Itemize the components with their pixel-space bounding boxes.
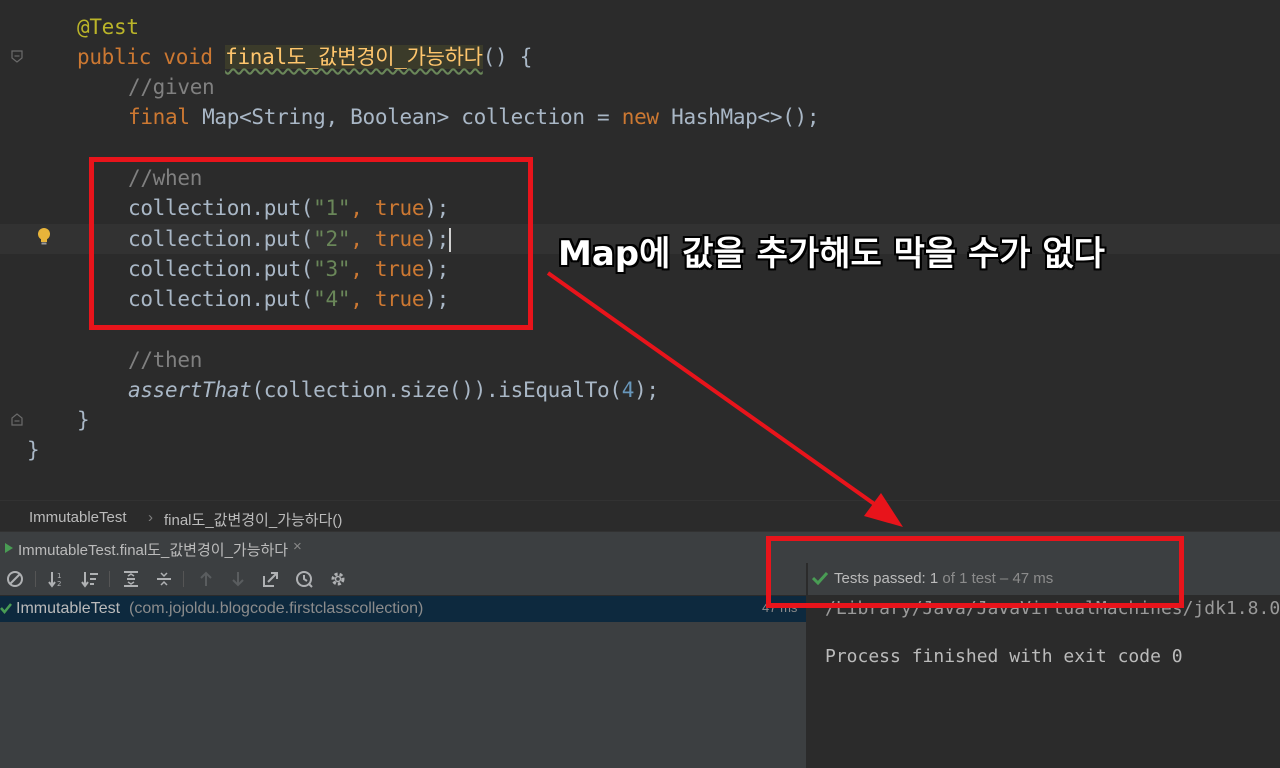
test-runner-toolbar: 12 xyxy=(0,563,808,596)
checkmark-icon xyxy=(0,603,12,614)
code-line: @Test xyxy=(77,12,139,42)
fold-icon[interactable] xyxy=(10,50,24,64)
code-token: ); xyxy=(634,378,659,402)
annotation-token: @Test xyxy=(77,15,139,39)
run-config-icon xyxy=(5,543,13,553)
code-line: } xyxy=(77,405,90,435)
comment-token: //then xyxy=(128,348,203,372)
keyword-token: new xyxy=(621,105,672,129)
code-token: } xyxy=(27,438,40,462)
method-name-token[interactable]: final도_값변경이_가능하다 xyxy=(225,45,483,69)
code-token: HashMap<>(); xyxy=(671,105,820,129)
code-token: (collection.size()).isEqualTo( xyxy=(251,378,622,402)
settings-gear-icon[interactable] xyxy=(328,569,348,589)
keyword-token: final xyxy=(128,105,203,129)
toolbar-divider xyxy=(183,571,184,587)
export-icon[interactable] xyxy=(261,569,281,589)
breadcrumb-separator: › xyxy=(148,509,153,526)
highlight-box-put-calls xyxy=(89,157,533,330)
toolbar-divider xyxy=(35,571,36,587)
toolbar-divider xyxy=(109,571,110,587)
code-line: //given xyxy=(128,72,215,102)
arrow-down-icon[interactable] xyxy=(228,569,248,589)
callout-text: Map에 값을 추가해도 막을 수가 없다 xyxy=(558,234,1105,274)
code-token: () { xyxy=(482,45,533,69)
arrow-up-icon[interactable] xyxy=(196,569,216,589)
lightbulb-icon[interactable] xyxy=(36,227,52,247)
fold-end-icon[interactable] xyxy=(10,412,24,426)
svg-text:2: 2 xyxy=(57,580,61,588)
test-results-tree: ImmutableTest (com.jojoldu.blogcode.firs… xyxy=(0,596,806,768)
code-line: public void final도_값변경이_가능하다() { xyxy=(77,42,532,72)
static-call-token: assertThat xyxy=(128,378,252,402)
run-tab[interactable]: ImmutableTest.final도_값변경이_가능하다 × xyxy=(0,532,316,564)
run-tab-label: ImmutableTest.final도_값변경이_가능하다 xyxy=(18,542,289,559)
sort-duration-icon[interactable] xyxy=(80,569,100,589)
code-line: final Map<String, Boolean> collection = … xyxy=(128,102,820,132)
breadcrumb-method[interactable]: final도_값변경이_가능하다() xyxy=(164,509,342,530)
sort-alpha-icon[interactable]: 12 xyxy=(47,569,67,589)
highlight-box-test-status xyxy=(766,536,1184,608)
code-token: } xyxy=(77,408,90,432)
collapse-all-icon[interactable] xyxy=(154,569,174,589)
history-clock-icon[interactable] xyxy=(294,569,314,589)
close-icon[interactable]: × xyxy=(293,538,302,555)
tree-item-name: ImmutableTest xyxy=(16,600,121,617)
comment-token: //given xyxy=(128,75,215,99)
code-line: //then xyxy=(128,345,202,375)
number-token: 4 xyxy=(621,378,635,402)
code-token: Map<String, Boolean> collection = xyxy=(202,105,622,129)
code-line: } xyxy=(27,435,40,465)
breadcrumb: ImmutableTest › final도_값변경이_가능하다() xyxy=(0,500,1280,532)
tree-row-selected[interactable]: ImmutableTest (com.jojoldu.blogcode.firs… xyxy=(0,596,806,622)
code-line: assertThat(collection.size()).isEqualTo(… xyxy=(128,375,659,405)
svg-text:1: 1 xyxy=(57,572,61,580)
keyword-token: public void xyxy=(77,45,226,69)
breadcrumb-class[interactable]: ImmutableTest xyxy=(29,509,127,526)
stop-icon[interactable] xyxy=(5,569,25,589)
console-output[interactable]: /Library/Java/JavaVirtualMachines/jdk1.8… xyxy=(808,596,1280,768)
tree-item-package: (com.jojoldu.blogcode.firstclasscollecti… xyxy=(129,600,424,617)
expand-all-icon[interactable] xyxy=(121,569,141,589)
console-line: Process finished with exit code 0 xyxy=(825,646,1183,667)
